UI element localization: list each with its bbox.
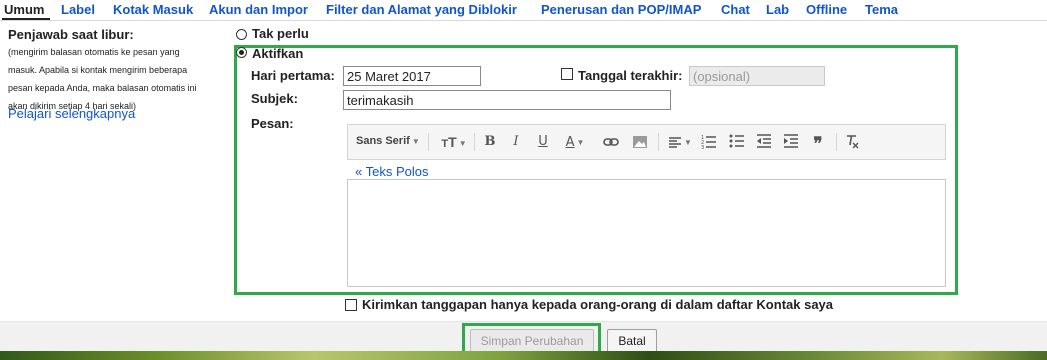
tab-lab[interactable]: Lab xyxy=(766,2,789,17)
description-line: masuk. Apabila si kontak mengirim bebera… xyxy=(8,65,188,75)
remove-formatting-icon[interactable] xyxy=(843,133,861,151)
image-icon[interactable] xyxy=(630,133,650,151)
tab-umum[interactable]: Umum xyxy=(4,2,44,17)
cancel-button[interactable]: Batal xyxy=(607,329,657,353)
contacts-only-label[interactable]: Kirimkan tanggapan hanya kepada orang-or… xyxy=(362,297,833,312)
tab-akun-dan-impor[interactable]: Akun dan Impor xyxy=(209,2,308,17)
underline-icon[interactable]: U xyxy=(535,133,551,151)
tab-offline[interactable]: Offline xyxy=(806,2,847,17)
section-title: Penjawab saat libur: xyxy=(8,27,134,42)
italic-icon[interactable]: I xyxy=(508,133,524,151)
message-label: Pesan: xyxy=(251,116,294,131)
indent-less-icon[interactable] xyxy=(755,133,773,151)
tab-filter[interactable]: Filter dan Alamat yang Diblokir xyxy=(326,2,517,17)
toolbar-separator xyxy=(836,133,837,151)
tab-penerusan[interactable]: Penerusan dan POP/IMAP xyxy=(541,2,701,17)
first-day-label: Hari pertama: xyxy=(251,68,335,83)
font-size-icon[interactable]: TT ▼ xyxy=(440,133,468,151)
radio-off-label[interactable]: Tak perlu xyxy=(252,26,309,41)
radio-off[interactable] xyxy=(236,29,247,40)
last-day-checkbox[interactable] xyxy=(561,68,573,80)
bold-icon[interactable]: B xyxy=(482,133,498,151)
section-description: (mengirim balasan otomatis ke pesan yang… xyxy=(8,43,218,115)
tab-chat[interactable]: Chat xyxy=(721,2,750,17)
learn-more-link[interactable]: Pelajari selengkapnya xyxy=(8,106,135,121)
quote-icon[interactable]: ❞ xyxy=(809,133,827,153)
save-button[interactable]: Simpan Perubahan xyxy=(470,329,594,353)
last-day-input xyxy=(689,66,825,86)
indent-more-icon[interactable] xyxy=(782,133,800,151)
contacts-only-checkbox[interactable] xyxy=(345,299,357,311)
subject-input[interactable] xyxy=(343,90,671,110)
first-day-input[interactable] xyxy=(343,66,481,86)
tab-kotak-masuk[interactable]: Kotak Masuk xyxy=(113,2,193,17)
toolbar-separator xyxy=(474,133,475,151)
align-icon[interactable]: ▼ xyxy=(666,133,694,151)
radio-on-label[interactable]: Aktifkan xyxy=(252,46,303,61)
plain-text-link[interactable]: « Teks Polos xyxy=(355,164,428,179)
editor-toolbar: Sans Serif ▼ TT ▼ B I U A ▼ ▼ 123 ❞ xyxy=(347,124,946,160)
svg-text:3: 3 xyxy=(701,145,704,149)
text-color-icon[interactable]: A ▼ xyxy=(561,133,589,151)
background-image xyxy=(0,351,1047,360)
font-family-select[interactable]: Sans Serif ▼ xyxy=(356,135,420,147)
tabs-divider xyxy=(0,20,1047,21)
numbered-list-icon[interactable]: 123 xyxy=(700,133,718,151)
description-line: pesan kepada Anda, maka balasan otomatis… xyxy=(8,83,197,93)
radio-on[interactable] xyxy=(236,47,247,58)
description-line: (mengirim balasan otomatis ke pesan yang xyxy=(8,47,180,57)
subject-label: Subjek: xyxy=(251,91,298,106)
tab-label[interactable]: Label xyxy=(61,2,95,17)
font-family-label: Sans Serif xyxy=(356,135,410,147)
tab-tema[interactable]: Tema xyxy=(865,2,898,17)
last-day-label[interactable]: Tanggal terakhir: xyxy=(578,68,683,83)
toolbar-separator xyxy=(658,133,659,151)
bulleted-list-icon[interactable] xyxy=(728,133,746,151)
link-icon[interactable] xyxy=(601,133,621,151)
chevron-down-icon: ▼ xyxy=(411,136,420,146)
message-editor[interactable] xyxy=(347,179,946,287)
settings-tabs: Umum Label Kotak Masuk Akun dan Impor Fi… xyxy=(0,0,1047,21)
toolbar-separator xyxy=(428,133,429,151)
